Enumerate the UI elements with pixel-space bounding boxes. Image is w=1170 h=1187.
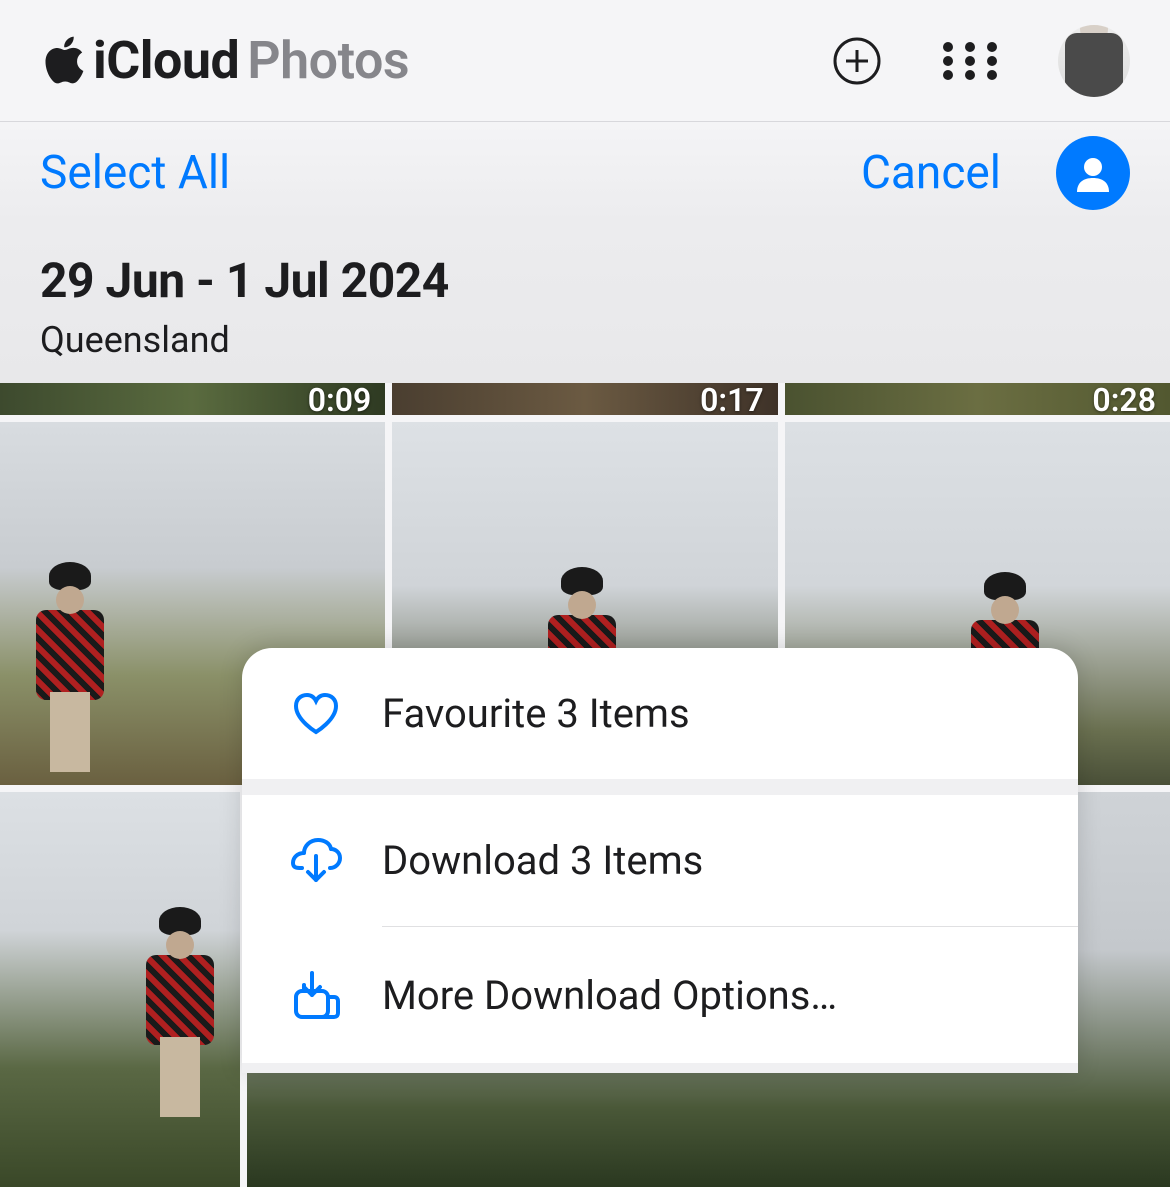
sheet-separator [242,779,1078,795]
shared-user-badge[interactable] [1056,136,1130,210]
brand-photos-text: Photos [247,30,409,91]
download-options-icon [290,969,342,1021]
heart-icon [290,692,342,736]
favourite-action[interactable]: Favourite 3 Items [242,648,1078,779]
upload-button[interactable] [832,36,882,86]
video-duration: 0:09 [308,383,372,415]
account-avatar[interactable] [1058,25,1130,97]
brand-icloud-text: iCloud [93,30,239,91]
app-grid-button[interactable] [942,41,998,81]
select-all-button[interactable]: Select All [40,146,861,200]
cloud-download-icon [290,838,342,884]
cancel-button[interactable]: Cancel [861,146,1001,200]
album-header: 29 Jun - 1 Jul 2024 Queensland [0,224,1170,383]
toolbar-actions [832,25,1130,97]
video-thumbnail[interactable]: 0:28 [785,383,1170,415]
favourite-label: Favourite 3 Items [382,690,690,737]
video-duration: 0:17 [700,383,764,415]
brand[interactable]: iCloudPhotos [45,30,832,91]
photo-thumbnail[interactable] [0,792,240,1187]
video-thumbnail[interactable]: 0:09 [0,383,385,415]
location-label: Queensland [40,319,1130,361]
video-duration: 0:28 [1092,383,1156,415]
action-sheet: Favourite 3 Items Download 3 Items More … [242,648,1078,1073]
download-label: Download 3 Items [382,837,703,884]
top-toolbar: iCloudPhotos [0,0,1170,122]
more-download-label: More Download Options… [382,972,837,1019]
date-range: 29 Jun - 1 Jul 2024 [40,252,1130,309]
video-thumbnail[interactable]: 0:17 [392,383,777,415]
download-action[interactable]: Download 3 Items [242,795,1078,926]
more-download-options-action[interactable]: More Download Options… [242,927,1078,1063]
selection-toolbar: Select All Cancel [0,122,1170,224]
apple-logo-icon [45,36,87,86]
sheet-separator [242,1063,1078,1073]
